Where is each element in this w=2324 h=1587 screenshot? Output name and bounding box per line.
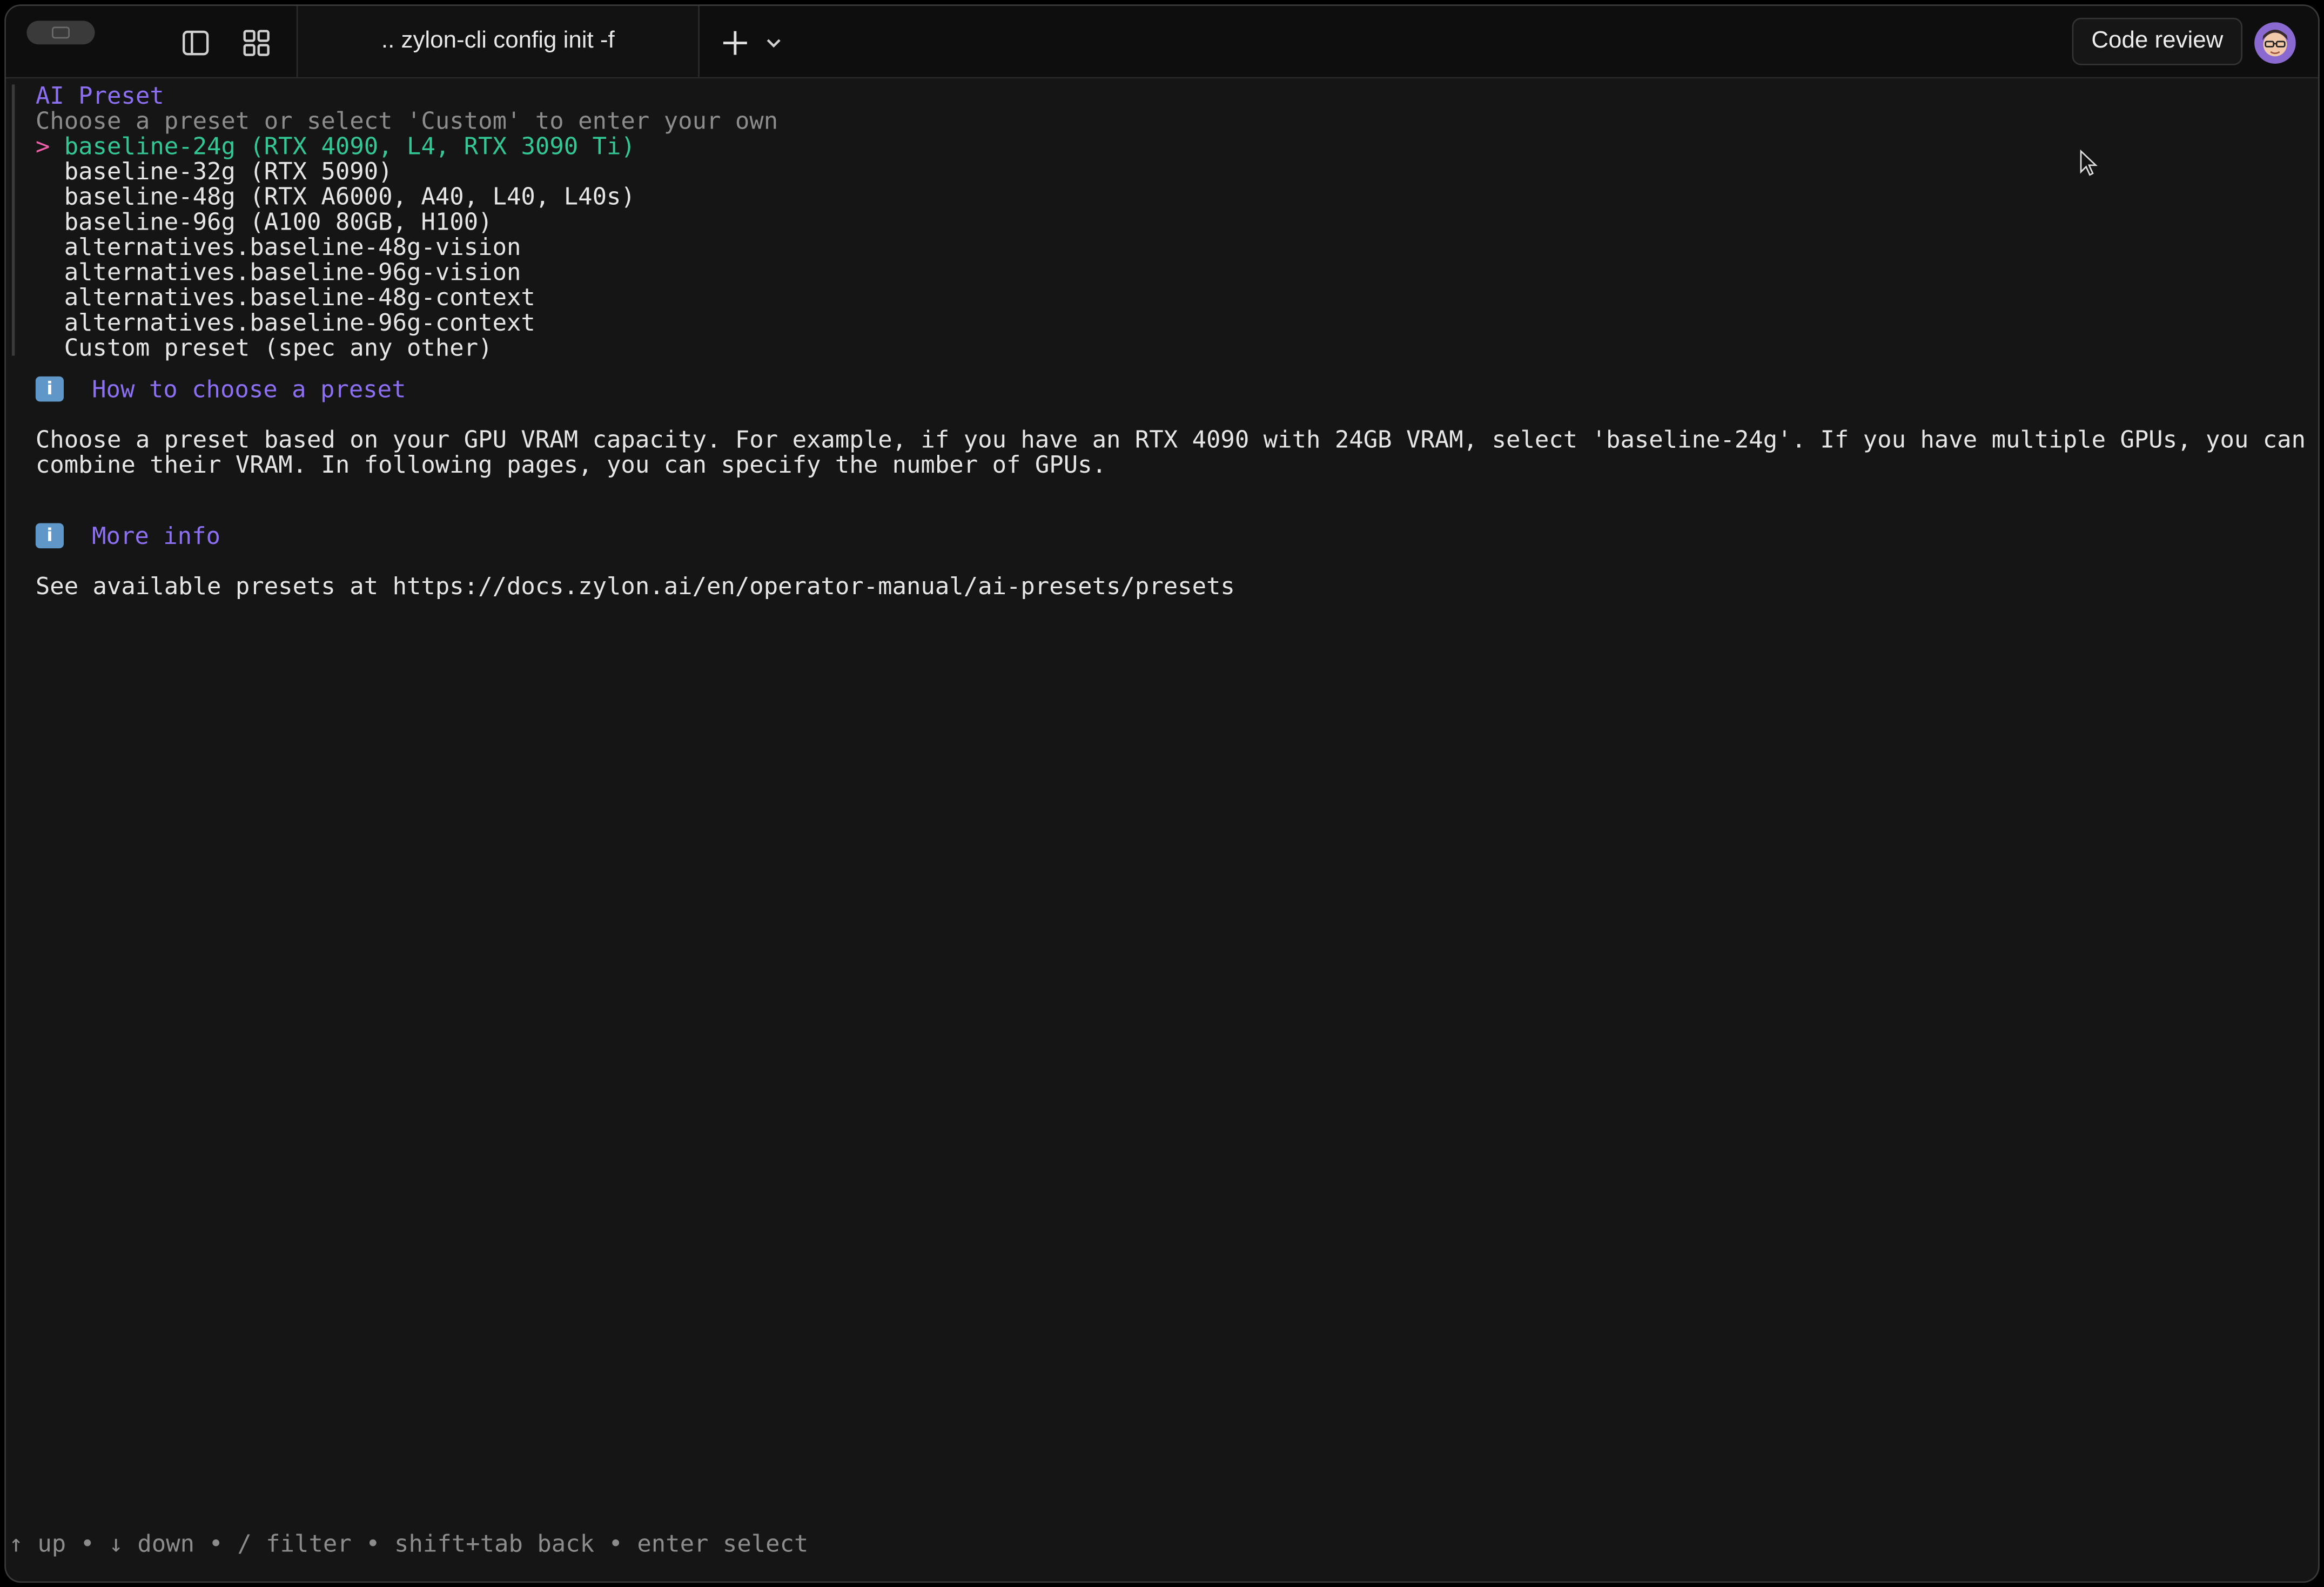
option[interactable]: baseline-32g (RTX 5090): [36, 159, 393, 184]
prompt-title: AI Preset: [35, 81, 164, 110]
terminal-content[interactable]: AI Preset Choose a preset or select 'Cus…: [6, 78, 2318, 1581]
chevron-down-icon[interactable]: [762, 26, 785, 59]
option[interactable]: alternatives.baseline-48g-context: [36, 285, 535, 310]
prompt-border: [11, 84, 15, 356]
note-text: Choose a preset based on your GPU VRAM c…: [35, 425, 2306, 454]
note-text: combine their VRAM. In following pages, …: [35, 450, 1107, 479]
option-label: baseline-32g (RTX 5090): [64, 157, 393, 185]
note-heading: More info: [92, 521, 220, 550]
note-text: See available presets at https://docs.zy…: [35, 572, 1235, 601]
option-label: baseline-48g (RTX A6000, A40, L40, L40s): [64, 182, 635, 211]
option[interactable]: baseline-96g (A100 80GB, H100): [36, 209, 493, 234]
info-icon: i: [35, 523, 64, 549]
window-controls[interactable]: [26, 21, 95, 45]
page: .. zylon-cli config init -f Code review: [0, 0, 2324, 1587]
window-icon: [52, 26, 70, 39]
avatar[interactable]: [2254, 22, 2296, 64]
option-selected[interactable]: > baseline-24g (RTX 4090, L4, RTX 3090 T…: [36, 133, 635, 159]
mouse-pointer-icon: [2080, 150, 2098, 176]
info-icon: i: [35, 376, 64, 402]
option[interactable]: baseline-48g (RTX A6000, A40, L40, L40s): [36, 184, 635, 209]
code-review-button[interactable]: Code review: [2072, 17, 2243, 65]
option[interactable]: Custom preset (spec any other): [36, 335, 493, 360]
note-heading: How to choose a preset: [92, 375, 406, 404]
sidebar-toggle-icon[interactable]: [179, 26, 212, 59]
option-label: baseline-96g (A100 80GB, H100): [64, 207, 493, 236]
prompt-description: Choose a preset or select 'Custom' to en…: [35, 106, 778, 135]
code-review-label: Code review: [2091, 28, 2224, 53]
option-label: alternatives.baseline-48g-vision: [64, 232, 521, 261]
plus-icon[interactable]: [719, 26, 751, 59]
option-label: alternatives.baseline-96g-vision: [64, 258, 521, 286]
grid-icon[interactable]: [240, 26, 272, 59]
option[interactable]: alternatives.baseline-96g-context: [36, 310, 535, 335]
option-label: alternatives.baseline-48g-context: [64, 283, 535, 312]
option-label: Custom preset (spec any other): [64, 333, 493, 362]
title-bar: .. zylon-cli config init -f Code review: [5, 5, 2319, 79]
selection-cursor: >: [35, 132, 50, 160]
option[interactable]: alternatives.baseline-48g-vision: [36, 234, 521, 259]
terminal-window: .. zylon-cli config init -f Code review: [5, 5, 2319, 1582]
tab-active[interactable]: .. zylon-cli config init -f: [296, 5, 700, 77]
option-label: baseline-24g (RTX 4090, L4, RTX 3090 Ti): [64, 132, 635, 160]
tab-title: .. zylon-cli config init -f: [381, 28, 615, 53]
option[interactable]: alternatives.baseline-96g-vision: [36, 259, 521, 285]
keybinding-help: ↑ up • ↓ down • / filter • shift+tab bac…: [9, 1529, 809, 1558]
option-label: alternatives.baseline-96g-context: [64, 308, 535, 337]
